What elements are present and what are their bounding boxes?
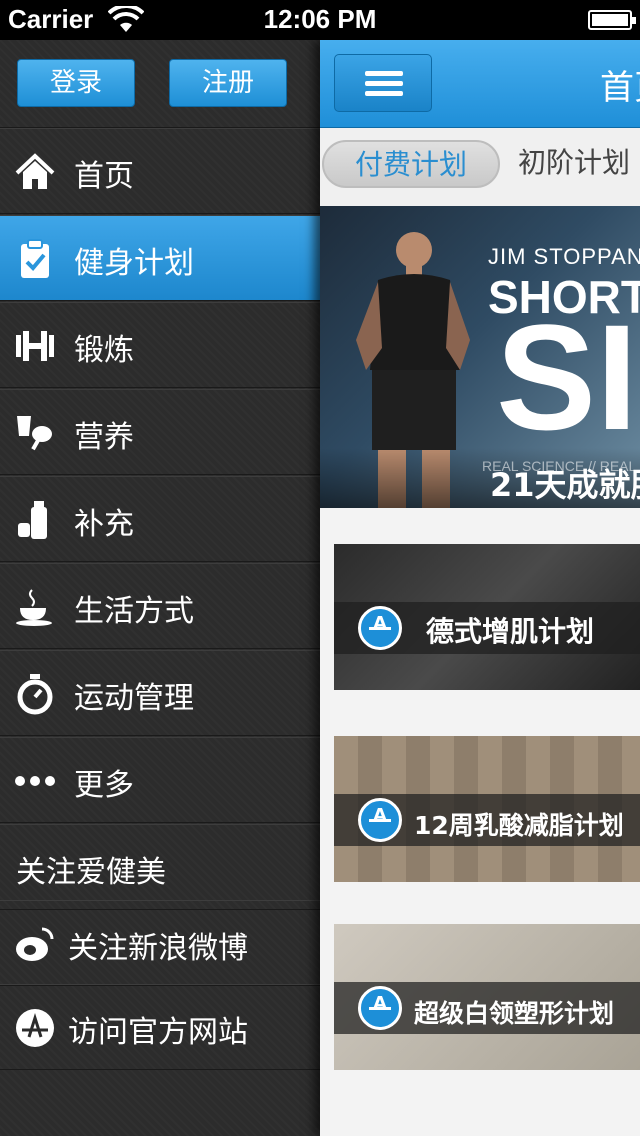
plan-card-title: 超级白领塑形计划 [414, 999, 615, 1028]
sidebar: 登录 注册 首页 健身计划 锻炼 营养 补充 生活方式 运动管理 更多 关注爱健… [0, 40, 320, 1136]
home-icon [15, 153, 55, 189]
clock: 12:06 PM [263, 4, 377, 34]
plan-card-title: 12周乳酸减脂计划 [414, 811, 624, 840]
sidebar-item-follow-weibo[interactable]: 关注新浪微博 [0, 900, 320, 986]
sidebar-item-sport-management[interactable]: 运动管理 [0, 650, 320, 736]
plan-card-title: 德式增肌计划 [426, 615, 595, 648]
sidebar-item-official-site[interactable]: 访问官方网站 [0, 984, 320, 1070]
login-button[interactable]: 登录 [17, 59, 135, 107]
sidebar-item-fitness-plan[interactable]: 健身计划 [0, 215, 320, 301]
hamburger-line [365, 91, 403, 96]
sidebar-item-workout[interactable]: 锻炼 [0, 302, 320, 388]
auth-row: 登录 注册 [0, 40, 320, 128]
plan-card[interactable]: 德式增肌计划 [334, 544, 640, 690]
hamburger-line [365, 71, 403, 76]
plan-logo-icon [358, 606, 402, 650]
main-panel: 首页 付费计划 初阶计划 JIM STOPPANI'S SHORTCUT SIZ… [320, 40, 640, 1136]
weibo-icon [16, 927, 54, 961]
sidebar-item-label: 关注爱健美 [16, 855, 166, 890]
supplement-bottle-icon [18, 501, 47, 539]
sidebar-item-more[interactable]: 更多 [0, 737, 320, 823]
more-dots-icon [15, 776, 55, 786]
plan-card[interactable]: 超级白领塑形计划 [334, 924, 640, 1070]
hero-big-text: SIZE [496, 293, 640, 461]
battery-icon [588, 10, 636, 30]
sidebar-item-supplements[interactable]: 补充 [0, 476, 320, 562]
sidebar-item-label: 补充 [74, 507, 134, 542]
tab-paid-plans[interactable]: 付费计划 [322, 140, 500, 188]
sidebar-item-follow-aijianmei[interactable]: 关注爱健美 [0, 824, 320, 910]
sidebar-item-label: 锻炼 [74, 333, 134, 368]
sidebar-item-label: 关注新浪微博 [68, 931, 248, 966]
menu-toggle-button[interactable] [334, 54, 432, 112]
dumbbell-icon [16, 331, 54, 361]
plan-tabs: 付费计划 初阶计划 [320, 128, 640, 206]
register-button[interactable]: 注册 [169, 59, 287, 107]
sidebar-item-label: 营养 [74, 420, 134, 455]
sidebar-item-label: 运动管理 [74, 681, 194, 716]
sidebar-item-label: 访问官方网站 [68, 1015, 248, 1050]
sidebar-item-label: 健身计划 [74, 246, 194, 281]
food-drink-icon [17, 416, 52, 451]
tab-beginner-plans[interactable]: 初阶计划 [518, 140, 630, 188]
plan-card[interactable]: 12周乳酸减脂计划 [334, 736, 640, 882]
plan-logo-icon [358, 798, 402, 842]
page-title: 首页 [600, 68, 640, 108]
website-logo-icon [16, 1009, 54, 1047]
sidebar-item-home[interactable]: 首页 [0, 128, 320, 214]
plan-logo-icon [358, 986, 402, 1030]
sidebar-item-label: 更多 [74, 768, 134, 803]
sidebar-item-label: 首页 [74, 159, 134, 194]
sidebar-item-nutrition[interactable]: 营养 [0, 389, 320, 475]
hero-brand: JIM STOPPANI'S [488, 244, 640, 269]
stopwatch-icon [17, 674, 53, 715]
sidebar-item-label: 生活方式 [74, 594, 194, 629]
hamburger-line [365, 81, 403, 86]
clipboard-check-icon [21, 239, 49, 278]
hero-caption: 21天成就肌肉 [490, 466, 640, 504]
status-bar: Carrier 12:06 PM [0, 0, 640, 40]
hero-banner[interactable]: JIM STOPPANI'S SHORTCUT SIZE REAL SCIENC… [320, 206, 640, 508]
top-nav-bar: 首页 [320, 40, 640, 128]
coffee-cup-icon [16, 589, 52, 626]
sidebar-item-lifestyle[interactable]: 生活方式 [0, 563, 320, 649]
